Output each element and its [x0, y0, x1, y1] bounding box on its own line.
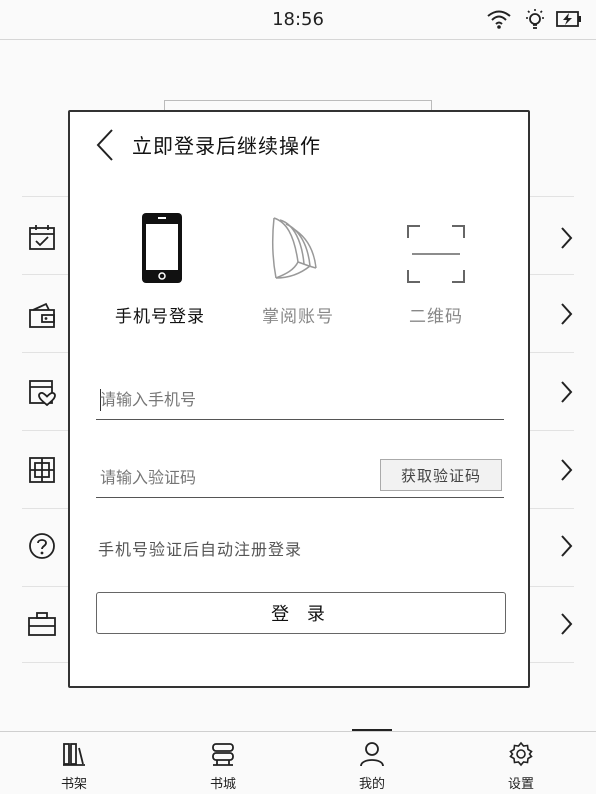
chevron-right-icon[interactable] — [555, 378, 577, 406]
nav-label: 我的 — [358, 777, 385, 792]
nav-label: 书架 — [60, 777, 87, 792]
nav-item-bookstore[interactable]: 书城 — [173, 732, 273, 794]
settings-icon — [509, 741, 533, 767]
nav-label: 书城 — [209, 777, 236, 792]
status-bar: 18:56 — [0, 0, 596, 40]
code-input-row: 获取验证码 — [96, 458, 504, 498]
nav-item-mine[interactable]: 我的 — [322, 732, 422, 794]
help-circle-icon — [29, 533, 55, 559]
login-button[interactable]: 登 录 — [96, 592, 506, 634]
auto-register-hint: 手机号验证后自动注册登录 — [98, 540, 303, 559]
qr-scan-icon — [407, 225, 465, 283]
method-label: 二维码 — [409, 307, 463, 327]
nav-item-bookshelf[interactable]: 书架 — [24, 732, 124, 794]
favorites-icon — [29, 380, 56, 407]
battery-charging-icon — [556, 11, 581, 27]
get-code-button[interactable]: 获取验证码 — [380, 459, 502, 491]
nav-item-settings[interactable]: 设置 — [471, 732, 571, 794]
grid-box-icon — [29, 457, 55, 483]
calendar-check-icon — [29, 225, 55, 250]
verification-code-input[interactable] — [100, 458, 370, 496]
method-label: 掌阅账号 — [262, 307, 334, 327]
bookstore-icon — [212, 743, 234, 766]
login-method-qrcode[interactable]: 二维码 — [366, 212, 506, 332]
bookshelf-icon — [63, 743, 85, 766]
method-label: 手机号登录 — [115, 307, 205, 327]
login-dialog: 立即登录后继续操作 手机号登录 掌阅账号 二维码 请输入手机号 请输入验证码 获… — [68, 110, 530, 688]
frontlight-icon — [526, 9, 544, 29]
nav-label: 设置 — [507, 777, 534, 792]
briefcase-icon — [28, 612, 56, 636]
phone-icon — [142, 213, 182, 283]
back-arrow-icon[interactable] — [94, 128, 118, 162]
chevron-right-icon[interactable] — [555, 300, 577, 328]
login-method-phone[interactable]: 手机号登录 — [90, 212, 230, 332]
login-method-account[interactable]: 掌阅账号 — [228, 212, 368, 332]
user-icon — [360, 742, 384, 767]
bottom-nav: 书架 书城 我的 设置 — [0, 731, 596, 794]
phone-number-input[interactable] — [100, 380, 370, 418]
chevron-right-icon[interactable] — [555, 456, 577, 484]
wifi-icon — [487, 10, 511, 29]
wallet-icon — [29, 302, 55, 328]
phone-input-row — [96, 380, 504, 420]
book-pages-icon — [271, 217, 317, 279]
dialog-title: 立即登录后继续操作 — [132, 134, 321, 158]
chevron-right-icon[interactable] — [555, 224, 577, 252]
chevron-right-icon[interactable] — [555, 610, 577, 638]
chevron-right-icon[interactable] — [555, 532, 577, 560]
